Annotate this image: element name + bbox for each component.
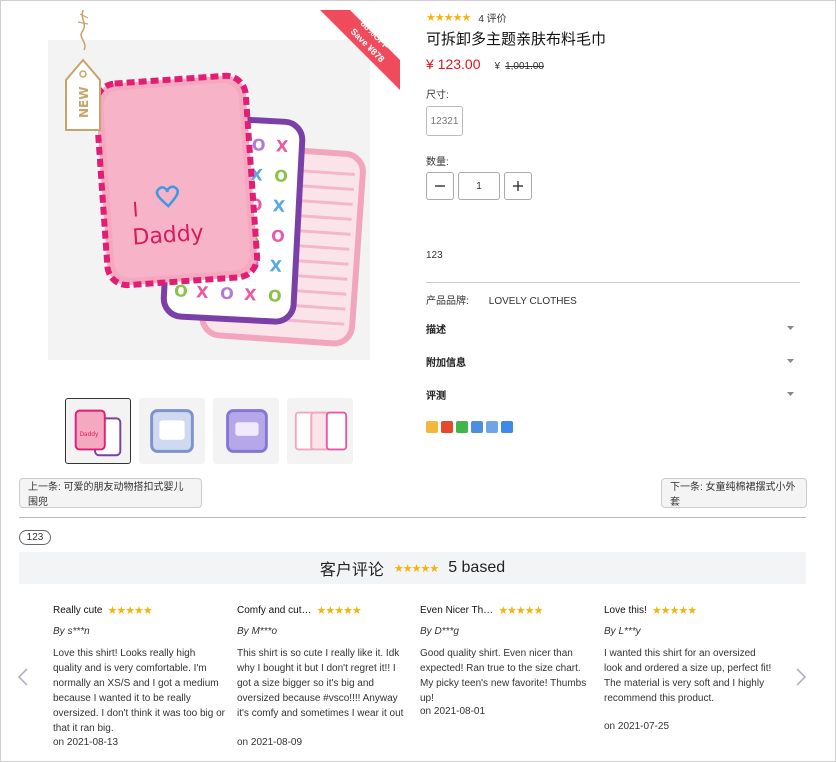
- previous-product-button[interactable]: 上一条: 可爱的朋友动物搭扣式婴儿围兜: [19, 478, 202, 508]
- minus-icon: [435, 185, 445, 187]
- review-stars: ★★★★★: [498, 604, 543, 617]
- svg-text:O: O: [274, 166, 289, 186]
- chevron-down-icon: [787, 392, 794, 396]
- quantity-increase-button[interactable]: [504, 172, 532, 200]
- reviews-average-stars: ★★★★★: [393, 562, 439, 575]
- accordion-description[interactable]: 描述: [426, 320, 800, 336]
- product-info-panel: ★★★★★ 4 评价 可拆卸多主题亲肤布料毛巾 ¥ 123.00 ¥1,001.…: [426, 10, 800, 433]
- share-icons: [426, 421, 513, 433]
- quantity-stepper: [426, 172, 532, 200]
- review-body: Love this shirt! Looks really high quali…: [53, 648, 225, 734]
- globe-icon[interactable]: [486, 421, 498, 433]
- svg-text:O: O: [271, 226, 286, 246]
- review-stars: ★★★★★: [107, 604, 152, 617]
- discount-ribbon: 88%OFF Save ¥878: [320, 10, 400, 90]
- new-tag-badge: NEW: [58, 9, 108, 135]
- svg-text:O: O: [251, 135, 266, 155]
- review-title: Love this!: [604, 604, 647, 616]
- svg-text:X: X: [269, 256, 283, 276]
- thumbnail-1[interactable]: Daddy: [65, 398, 131, 464]
- review-author: By s***n: [53, 626, 90, 637]
- quantity-label: 数量:: [426, 157, 449, 168]
- original-price: ¥1,001.00: [495, 61, 545, 72]
- quantity-input[interactable]: [458, 172, 500, 200]
- brand-label: 产品品牌:: [426, 296, 469, 307]
- weibo-icon[interactable]: [441, 421, 453, 433]
- size-label: 尺寸:: [426, 90, 449, 101]
- review-body: This shirt is so cute I really like it. …: [237, 648, 404, 719]
- reviews-header: 客户评论 ★★★★★ 5 based: [19, 552, 806, 584]
- review-date: on 2021-08-13: [53, 737, 119, 748]
- review-author: By L***y: [604, 626, 641, 637]
- chevron-down-icon: [787, 359, 794, 363]
- svg-text:O: O: [268, 286, 283, 306]
- brand-value[interactable]: LOVELY CLOTHES: [489, 296, 577, 307]
- next-product-button[interactable]: 下一条: 女童纯棉裙摆式小外套: [661, 478, 807, 508]
- accordion-reviews-label: 评测: [426, 390, 446, 402]
- thumbnail-4[interactable]: [287, 398, 353, 464]
- accordion-additional-info[interactable]: 附加信息: [426, 353, 800, 369]
- email-icon[interactable]: [471, 421, 483, 433]
- rating-row: ★★★★★ 4 评价: [426, 10, 800, 25]
- review-body: I wanted this shirt for an oversized loo…: [604, 648, 772, 704]
- reviews-based-count: 5 based: [448, 559, 506, 576]
- divider: [426, 282, 800, 283]
- svg-text:O: O: [220, 284, 235, 304]
- review-card: Comfy and cut… ★★★★★ By M***o This shirt …: [237, 604, 409, 749]
- size-option-button[interactable]: 12321: [426, 106, 463, 136]
- chevron-down-icon: [787, 326, 794, 330]
- review-title: Even Nicer Th…: [420, 604, 494, 616]
- accordion-description-label: 描述: [426, 324, 446, 336]
- review-stars: ★★★★★: [316, 604, 361, 617]
- product-tag[interactable]: 123: [19, 530, 51, 545]
- quantity-decrease-button[interactable]: [426, 172, 454, 200]
- review-card: Really cute ★★★★★ By s***n Love this shir…: [53, 604, 225, 749]
- product-title: 可拆卸多主题亲肤布料毛巾: [426, 30, 607, 48]
- reviews-title: 客户评论: [319, 560, 384, 579]
- original-price-value: 1,001.00: [505, 61, 544, 72]
- wechat-icon[interactable]: [456, 421, 468, 433]
- current-price: ¥ 123.00: [426, 56, 481, 72]
- review-card: Love this! ★★★★★ By L***y I wanted this s…: [604, 604, 776, 733]
- carousel-prev-arrow-icon[interactable]: [18, 668, 28, 686]
- cloth-text-line2: Daddy: [132, 221, 205, 251]
- qzone-icon[interactable]: [426, 421, 438, 433]
- rating-stars: ★★★★★: [426, 11, 471, 24]
- svg-text:X: X: [275, 136, 289, 156]
- brand-row: 产品品牌: LOVELY CLOTHES: [426, 292, 577, 307]
- thumbnail-strip: Daddy: [65, 398, 353, 464]
- review-date: on 2021-07-25: [604, 721, 670, 732]
- short-description: 123: [426, 250, 443, 261]
- section-divider: [19, 517, 806, 518]
- review-count-link[interactable]: 4 评价: [478, 10, 506, 25]
- review-title: Comfy and cut…: [237, 604, 312, 616]
- review-card: Even Nicer Th… ★★★★★ By D***g Good qualit…: [420, 604, 592, 718]
- review-date: on 2021-08-09: [237, 737, 303, 748]
- review-author: By D***g: [420, 626, 459, 637]
- review-body: Good quality shirt. Even nicer than expe…: [420, 648, 587, 704]
- review-stars: ★★★★★: [651, 604, 697, 617]
- more-share-icon[interactable]: [501, 421, 513, 433]
- svg-text:X: X: [272, 196, 286, 216]
- original-price-currency: ¥: [494, 61, 501, 72]
- svg-text:Daddy: Daddy: [80, 432, 99, 438]
- carousel-next-arrow-icon[interactable]: [796, 668, 806, 686]
- thumbnail-3[interactable]: [213, 398, 279, 464]
- accordion-reviews[interactable]: 评测: [426, 386, 800, 402]
- accordion-additional-info-label: 附加信息: [426, 357, 466, 369]
- review-date: on 2021-08-01: [420, 706, 486, 717]
- review-author: By M***o: [237, 626, 278, 637]
- review-title: Really cute: [53, 604, 103, 616]
- svg-text:X: X: [244, 285, 258, 305]
- price-row: ¥ 123.00 ¥1,001.00: [426, 56, 800, 72]
- plus-icon: [513, 181, 523, 191]
- svg-text:X: X: [196, 282, 210, 302]
- new-tag-text: NEW: [77, 87, 91, 118]
- thumbnail-2[interactable]: [139, 398, 205, 464]
